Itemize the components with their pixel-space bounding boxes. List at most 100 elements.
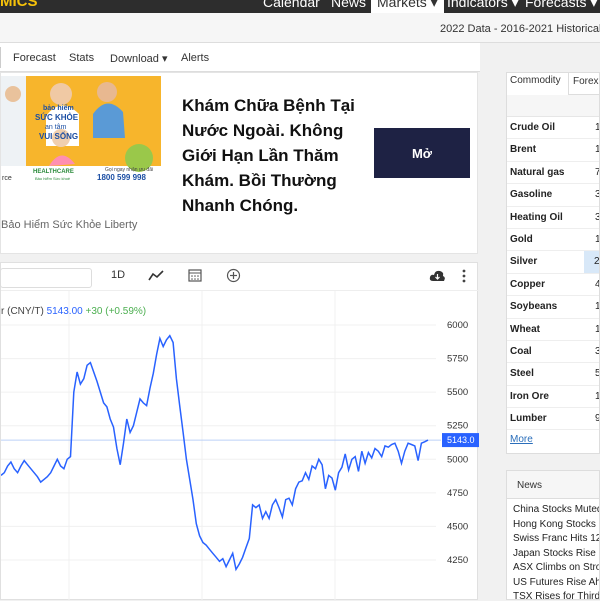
commodity-name[interactable]: Steel bbox=[510, 368, 534, 379]
commodity-name[interactable]: Copper bbox=[510, 279, 545, 290]
ad-source[interactable]: Bảo Hiểm Sức Khỏe Liberty bbox=[1, 219, 137, 231]
commodity-name[interactable]: Silver bbox=[510, 256, 537, 267]
ad-hotline: 1800 599 998 bbox=[97, 173, 146, 182]
commodity-value: 1 bbox=[595, 144, 599, 155]
commodity-name[interactable]: Crude Oil bbox=[510, 122, 555, 133]
tab-download[interactable]: Download ▾ bbox=[110, 52, 168, 65]
commodity-value: 1 bbox=[595, 122, 599, 133]
news-item[interactable]: Hong Kong Stocks bbox=[507, 518, 599, 533]
y-tick-label: 4750 bbox=[447, 488, 468, 499]
tab-stats[interactable]: Stats bbox=[69, 52, 94, 64]
commodity-row[interactable]: Brent 1 bbox=[507, 139, 599, 162]
ad-text-1: bảo hiểm bbox=[43, 104, 74, 112]
y-tick-label: 4250 bbox=[447, 555, 468, 566]
commodity-name[interactable]: Natural gas bbox=[510, 167, 564, 178]
commodity-row[interactable]: Silver 2 bbox=[507, 251, 599, 274]
tab-forex[interactable]: Forex bbox=[573, 76, 599, 87]
y-tick-label: 4500 bbox=[447, 521, 468, 532]
date-range-input[interactable] bbox=[0, 268, 92, 288]
ad-headline[interactable]: Khám Chữa Bệnh Tại Nước Ngoài. Không Giớ… bbox=[182, 93, 362, 218]
commodity-row[interactable]: Copper 4 bbox=[507, 274, 599, 297]
advertisement: bảo hiểm SỨC KHỎE an tâm VUI SỐNG Gọi ng… bbox=[0, 72, 478, 254]
ad-logo: HEALTHCARE bbox=[33, 169, 74, 175]
y-tick-label: 5500 bbox=[447, 387, 468, 398]
commodity-name[interactable]: Soybeans bbox=[510, 301, 557, 312]
nav-calendar[interactable]: Calendar bbox=[263, 0, 320, 10]
tab-divider bbox=[0, 47, 1, 68]
commodity-row[interactable]: Steel 5 bbox=[507, 363, 599, 386]
commodity-name[interactable]: Gasoline bbox=[510, 189, 552, 200]
news-item[interactable]: Japan Stocks Rise bbox=[507, 547, 599, 562]
brand-logo[interactable]: MICS bbox=[0, 0, 38, 10]
commodity-row[interactable]: Natural gas 7 bbox=[507, 162, 599, 185]
commodity-row[interactable]: Heating Oil 3 bbox=[507, 207, 599, 229]
news-item[interactable]: TSX Rises for Third bbox=[507, 590, 599, 599]
y-tick-label: 5000 bbox=[447, 454, 468, 465]
commodity-name[interactable]: Iron Ore bbox=[510, 391, 549, 402]
news-item[interactable]: China Stocks Muted bbox=[507, 503, 599, 518]
commodity-name[interactable]: Brent bbox=[510, 144, 536, 155]
commodity-value: 3 bbox=[595, 212, 599, 223]
series-line bbox=[1, 334, 429, 572]
commodity-value: 3 bbox=[595, 189, 599, 200]
last-value-tag: 5143.0 bbox=[442, 433, 479, 448]
commodity-row[interactable]: Iron Ore 1 bbox=[507, 386, 599, 409]
download-cloud-icon[interactable] bbox=[429, 269, 446, 283]
news-item[interactable]: Swiss Franc Hits 12 bbox=[507, 532, 599, 547]
y-tick-label: 5750 bbox=[447, 354, 468, 365]
page-tabs: Forecast Stats Download ▾ Alerts bbox=[0, 43, 480, 72]
ad-left-text: rce bbox=[2, 175, 12, 182]
price-chart[interactable]: 6000 5750 5500 5250 5000 4750 4500 4250 5143.0 bbox=[1, 291, 479, 601]
calendar-icon[interactable] bbox=[188, 268, 202, 282]
ad-logo-sub: Bảo hiểm Sức khoẻ bbox=[35, 176, 71, 181]
commodity-row[interactable]: Gold 1 bbox=[507, 229, 599, 252]
y-tick-label: 5250 bbox=[447, 421, 468, 432]
sidebar-header bbox=[507, 95, 599, 117]
nav-news[interactable]: News bbox=[331, 0, 366, 10]
commodity-value: 9 bbox=[595, 413, 599, 424]
commodity-row[interactable]: Wheat 1 bbox=[507, 319, 599, 341]
tab-alerts[interactable]: Alerts bbox=[181, 52, 209, 64]
ad-image[interactable]: bảo hiểm SỨC KHỎE an tâm VUI SỐNG Gọi ng… bbox=[1, 76, 161, 184]
commodity-row[interactable]: Lumber 9 bbox=[507, 408, 599, 431]
historical-data-links[interactable]: 2022 Data - 2016-2021 Historical - 2 bbox=[440, 23, 600, 35]
commodity-name[interactable]: Gold bbox=[510, 234, 533, 245]
commodity-value: 2 bbox=[584, 251, 599, 274]
last-value-label: 5143.0 bbox=[447, 435, 475, 445]
sub-bar: 2022 Data - 2016-2021 Historical - 2 bbox=[0, 13, 600, 43]
nav-forecasts[interactable]: Forecasts ▾ bbox=[525, 0, 597, 11]
chart-panel: 1D r (CNY/T) 5143.00 +30 (+0.59%) 6000 57 bbox=[0, 262, 479, 601]
ad-text-3: an tâm bbox=[45, 124, 67, 131]
line-chart-icon[interactable] bbox=[148, 270, 164, 282]
tab-forecast[interactable]: Forecast bbox=[13, 52, 56, 64]
commodity-row[interactable]: Soybeans 1 bbox=[507, 296, 599, 319]
more-link[interactable]: More bbox=[510, 434, 533, 445]
commodity-row[interactable]: Crude Oil 1 bbox=[507, 117, 599, 140]
tab-commodity[interactable]: Commodity bbox=[507, 73, 569, 95]
commodity-name[interactable]: Coal bbox=[510, 346, 532, 357]
nav-indicators[interactable]: Indicators ▾ bbox=[447, 0, 519, 11]
nav-markets[interactable]: Markets ▾ bbox=[371, 0, 444, 13]
chart-grid bbox=[1, 291, 436, 601]
commodity-row[interactable]: Gasoline 3 bbox=[507, 184, 599, 207]
commodity-value: 1 bbox=[595, 324, 599, 335]
commodity-value: 1 bbox=[595, 391, 599, 402]
sidebar-tabs: Commodity Forex bbox=[507, 73, 599, 95]
commodity-value: 7 bbox=[595, 167, 599, 178]
ad-open-button[interactable]: Mở bbox=[374, 128, 470, 178]
news-item[interactable]: US Futures Rise Ah bbox=[507, 576, 599, 591]
add-indicator-icon[interactable] bbox=[226, 268, 241, 283]
commodity-name[interactable]: Wheat bbox=[510, 324, 540, 335]
chart-toolbar: 1D bbox=[0, 263, 479, 291]
period-1d-button[interactable]: 1D bbox=[111, 269, 125, 281]
commodity-name[interactable]: Lumber bbox=[510, 413, 547, 424]
commodity-sidebar: Commodity Forex Crude Oil 1 Brent 1 Natural … bbox=[506, 72, 600, 454]
y-tick-label: 6000 bbox=[447, 320, 468, 331]
more-options-icon[interactable] bbox=[461, 269, 467, 284]
commodity-row[interactable]: Coal 3 bbox=[507, 341, 599, 364]
ad-text-4: VUI SỐNG bbox=[39, 131, 78, 141]
commodity-value: 3 bbox=[595, 346, 599, 357]
commodity-name[interactable]: Heating Oil bbox=[510, 212, 563, 223]
news-item[interactable]: ASX Climbs on Stro bbox=[507, 561, 599, 576]
commodity-value: 1 bbox=[595, 301, 599, 312]
